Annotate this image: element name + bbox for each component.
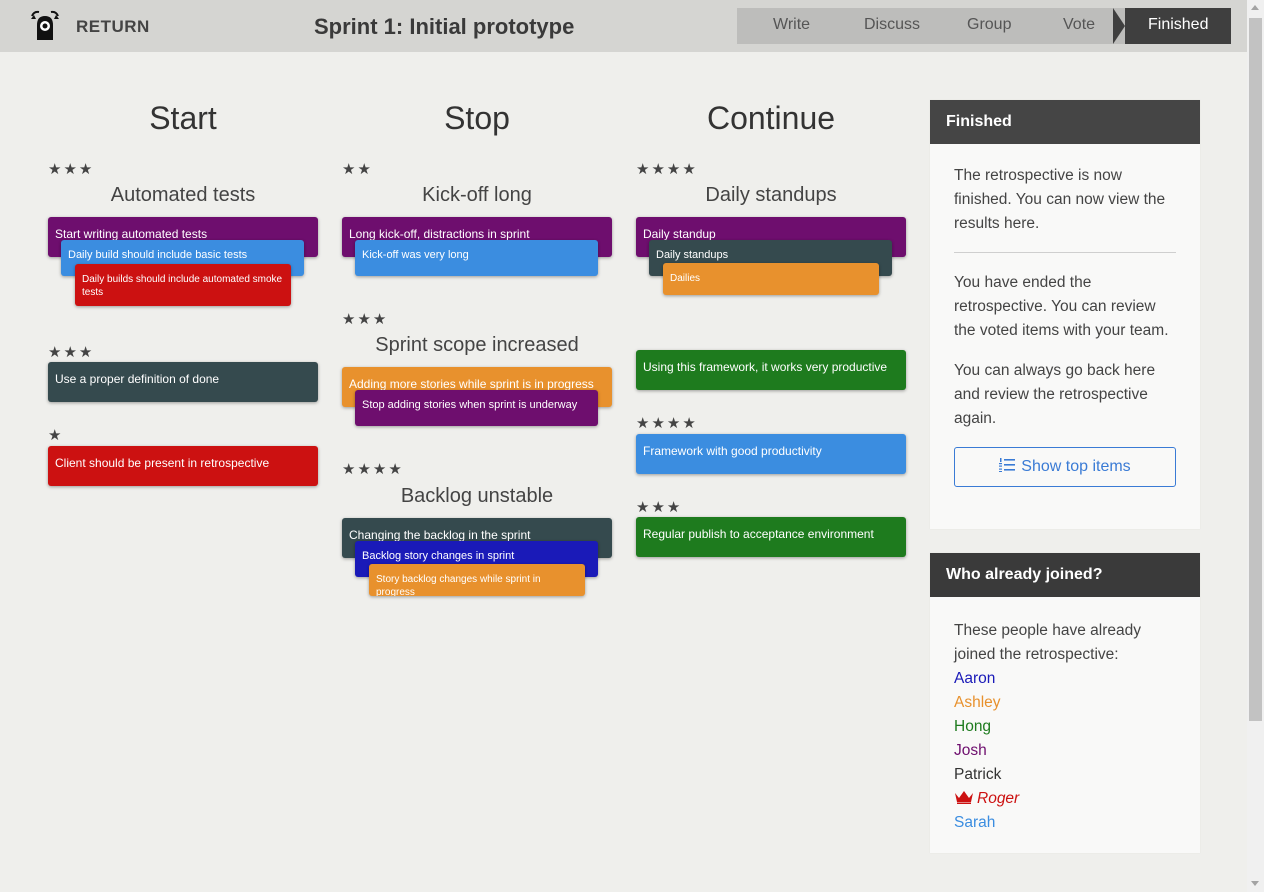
group-title: Automated tests <box>110 184 256 206</box>
crown-icon <box>955 791 973 804</box>
joined-panel: Who already joined? These people have al… <box>930 553 1200 853</box>
group-title: Backlog unstable <box>400 485 554 507</box>
scrollbar-thumb[interactable] <box>1249 18 1262 721</box>
ended-text: You have ended the retrospective. You ca… <box>954 274 1169 339</box>
participant: Patrick <box>954 766 1002 783</box>
stage-vote[interactable]: Vote <box>1063 8 1095 44</box>
card[interactable]: Kick-off was very long <box>355 240 598 276</box>
retro-logo-icon[interactable] <box>30 10 60 42</box>
card[interactable]: Dailies <box>663 263 879 295</box>
vote-stars: ★★★ <box>48 161 95 178</box>
show-top-items-label: Show top items <box>1021 458 1131 475</box>
vote-stars: ★ <box>48 427 64 444</box>
vote-stars: ★★ <box>342 161 373 178</box>
participant-host: Roger <box>954 787 1176 811</box>
participant: Josh <box>954 742 987 759</box>
card[interactable]: Framework with good productivity <box>636 434 906 474</box>
card[interactable]: Using this framework, it works very prod… <box>636 350 906 390</box>
joined-panel-heading: Who already joined? <box>930 553 1200 597</box>
show-top-items-button[interactable]: Show top items <box>954 447 1176 487</box>
list-ol-icon <box>999 458 1016 472</box>
group-title: Daily standups <box>705 184 837 206</box>
vote-stars: ★★★ <box>342 311 389 328</box>
finished-text: The retrospective is now finished. You c… <box>954 167 1166 232</box>
stage-group[interactable]: Group <box>967 8 1011 44</box>
scroll-down-arrow-icon[interactable] <box>1251 881 1259 886</box>
card[interactable]: Client should be present in retrospectiv… <box>48 446 318 486</box>
card[interactable]: Daily builds should include automated sm… <box>75 264 291 306</box>
group-title: Kick-off long <box>422 184 532 206</box>
group-title: Sprint scope increased <box>375 334 579 356</box>
stage-progress: Write Discuss Group Vote Finished <box>737 8 1231 44</box>
stage-finished[interactable]: Finished <box>1148 8 1208 44</box>
stage-chevron <box>1113 8 1125 44</box>
joined-panel-body: These people have already joined the ret… <box>930 597 1200 835</box>
participant: Ashley <box>954 694 1001 711</box>
participant-name: Roger <box>977 790 1020 807</box>
divider <box>954 252 1176 253</box>
card[interactable]: Story backlog changes while sprint in pr… <box>369 564 585 596</box>
vote-stars: ★★★★ <box>636 161 698 178</box>
finished-panel-heading: Finished <box>930 100 1200 144</box>
card[interactable]: Stop adding stories when sprint is under… <box>355 390 598 426</box>
stage-write[interactable]: Write <box>773 8 810 44</box>
finished-panel: Finished The retrospective is now finish… <box>930 100 1200 529</box>
column-title-start: Start <box>149 100 217 136</box>
card[interactable]: Regular publish to acceptance environmen… <box>636 517 906 557</box>
sprint-title: Sprint 1: Initial prototype <box>314 14 575 39</box>
vote-stars: ★★★ <box>636 499 683 516</box>
review-text: You can always go back here and review t… <box>954 362 1156 427</box>
return-button[interactable]: RETURN <box>76 17 150 37</box>
finished-panel-body: The retrospective is now finished. You c… <box>930 144 1200 487</box>
scroll-up-arrow-icon[interactable] <box>1251 5 1259 10</box>
joined-intro: These people have already joined the ret… <box>954 622 1141 663</box>
participant: Sarah <box>954 814 996 831</box>
participant: Aaron <box>954 670 996 687</box>
card[interactable]: Use a proper definition of done <box>48 362 318 402</box>
vote-stars: ★★★★ <box>342 461 404 478</box>
column-title-stop: Stop <box>444 100 510 136</box>
column-title-continue: Continue <box>706 100 836 136</box>
participant: Hong <box>954 718 992 735</box>
vote-stars: ★★★★ <box>636 415 698 432</box>
stage-discuss[interactable]: Discuss <box>864 8 920 44</box>
vote-stars: ★★★ <box>48 344 95 361</box>
